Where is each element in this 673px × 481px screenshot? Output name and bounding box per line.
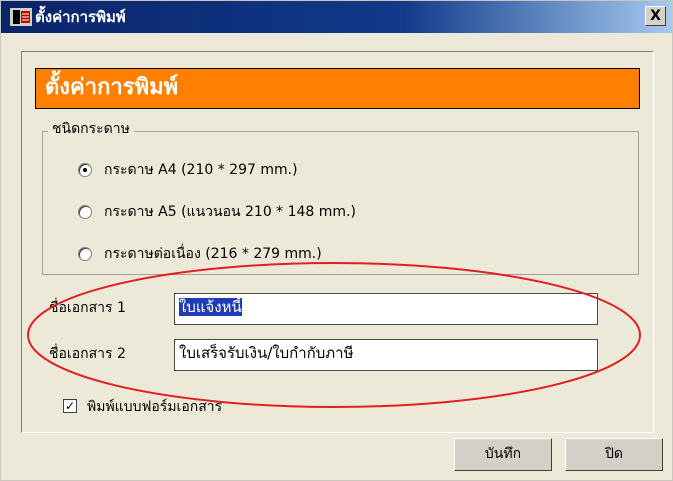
radio-button[interactable] [78,205,92,219]
radio-button[interactable] [78,163,92,177]
close-button[interactable]: ปิด [565,438,663,471]
save-button[interactable]: บันทึก [454,438,552,471]
doc-name-2-value: ใบเสร็จรับเงิน/ใบกำกับภาษี [179,344,354,362]
print-form-checkbox[interactable]: ✓ [63,399,77,413]
check-icon: ✓ [64,399,76,413]
doc-name-1-label: ชื่อเอกสาร 1 [49,300,126,316]
title-bar: ตั้งค่าการพิมพ์ X [1,1,672,33]
radio-selected-dot [83,168,87,172]
print-form-option[interactable]: ✓ พิมพ์แบบฟอร์มเอกสาร [63,395,293,417]
radio-label-a4: กระดาษ A4 (210 * 297 mm.) [104,162,298,178]
radio-label-continuous: กระดาษต่อเนื่อง (216 * 279 mm.) [104,246,322,262]
radio-button[interactable] [78,247,92,261]
close-icon: X [650,8,661,24]
header-title: ตั้งค่าการพิมพ์ [45,75,179,100]
doc-name-2-label: ชื่อเอกสาร 2 [49,346,126,362]
doc-name-1-value: ใบแจ้งหนี้ [179,298,242,316]
window-title: ตั้งค่าการพิมพ์ [35,8,126,26]
doc-name-2-input[interactable]: ใบเสร็จรับเงิน/ใบกำกับภาษี [174,339,598,371]
radio-option-continuous[interactable]: กระดาษต่อเนื่อง (216 * 279 mm.) [78,243,368,265]
printer-app-icon [10,8,32,26]
doc-name-1-input[interactable]: ใบแจ้งหนี้ [174,293,598,325]
close-window-button[interactable]: X [645,6,666,26]
print-form-label: พิมพ์แบบฟอร์มเอกสาร [87,399,223,415]
paper-type-legend: ชนิดกระดาษ [48,119,134,139]
radio-option-a5[interactable]: กระดาษ A5 (แนวนอน 210 * 148 mm.) [78,201,408,223]
radio-option-a4[interactable]: กระดาษ A4 (210 * 297 mm.) [78,159,298,181]
dialog-window: ตั้งค่าการพิมพ์ X ตั้งค่าการพิมพ์ ชนิดกร… [0,0,673,481]
radio-label-a5: กระดาษ A5 (แนวนอน 210 * 148 mm.) [104,204,356,220]
